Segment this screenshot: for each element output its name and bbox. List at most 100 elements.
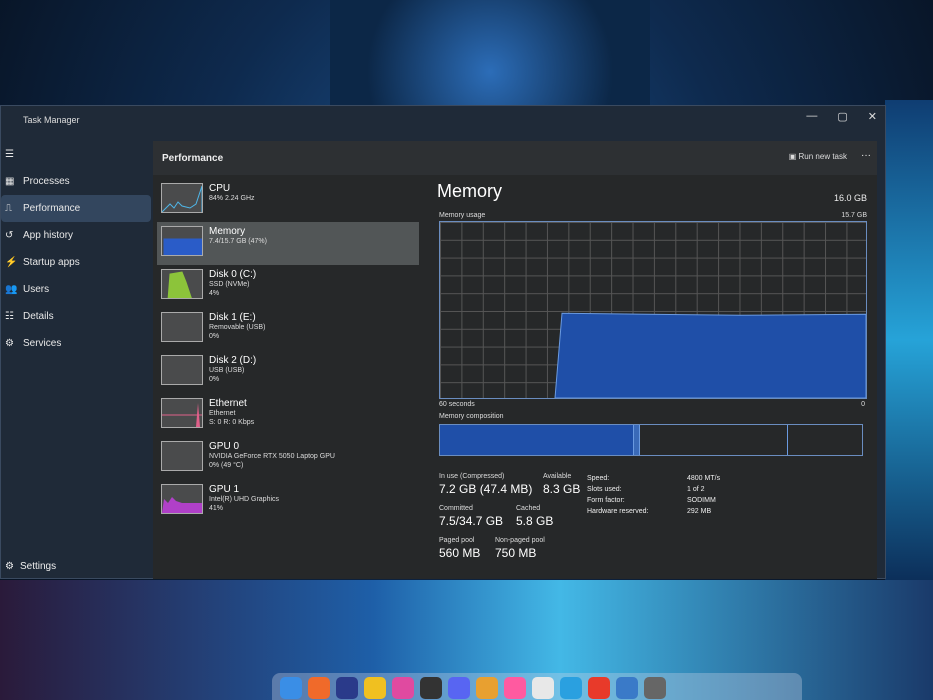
dock-app-icon[interactable] bbox=[532, 677, 554, 699]
sidebar-item-processes[interactable]: ▦ Processes bbox=[1, 168, 151, 195]
device-thumbnail-graph bbox=[161, 355, 203, 385]
run-new-task-label: Run new task bbox=[798, 152, 847, 161]
run-new-task-button[interactable]: ▣ Run new task bbox=[789, 152, 847, 161]
dock-app-icon[interactable] bbox=[336, 677, 358, 699]
hardware-info: Speed: 4800 MT/s Slots used: 1 of 2 Form fac… bbox=[587, 473, 720, 517]
sidebar-icon: 👥 bbox=[5, 284, 18, 295]
dock-app-icon[interactable] bbox=[392, 677, 414, 699]
page-title: Performance bbox=[162, 152, 224, 164]
task-manager-window: Task Manager — ▢ ✕ ☰ ▦ Processes ⎍ Performan… bbox=[0, 105, 886, 579]
window-title: Task Manager bbox=[23, 115, 80, 125]
device-disk-0-c[interactable]: Disk 0 (C:) SSD (NVMe) 4% bbox=[157, 265, 419, 308]
wallpaper-right bbox=[885, 100, 933, 580]
device-name: Ethernet bbox=[209, 398, 247, 409]
device-memory[interactable]: Memory 7.4/15.7 GB (47%) bbox=[157, 222, 419, 265]
dock-app-icon[interactable] bbox=[364, 677, 386, 699]
device-ethernet[interactable]: Ethernet Ethernet S: 0 R: 0 Kbps bbox=[157, 394, 419, 437]
sidebar-item-label: Performance bbox=[23, 203, 81, 214]
hardware-value: SODIMM bbox=[687, 497, 716, 504]
sidebar-icon: ☷ bbox=[5, 311, 14, 322]
sidebar-icon: ▦ bbox=[5, 176, 15, 187]
gear-icon: ⚙ bbox=[5, 561, 14, 572]
memory-composition-bar bbox=[439, 424, 863, 456]
device-name: Disk 0 (C:) bbox=[209, 269, 257, 280]
dock-app-icon[interactable] bbox=[448, 677, 470, 699]
composition-label: Memory composition bbox=[439, 413, 504, 420]
memory-usage-label: Memory usage bbox=[439, 212, 486, 219]
performance-panel: Performance ▣ Run new task ··· CPU 84% 2.… bbox=[153, 141, 877, 579]
sidebar-item-label: Processes bbox=[23, 176, 70, 187]
memory-usage-max: 15.7 GB bbox=[841, 212, 867, 219]
wallpaper bbox=[330, 0, 650, 120]
sidebar-icon: ↺ bbox=[5, 230, 14, 241]
memory-usage-area bbox=[554, 312, 866, 398]
in-use-segment bbox=[440, 425, 635, 455]
device-detail: Intel(R) UHD Graphics bbox=[209, 496, 280, 503]
stat-paged-pool: Paged pool 560 MB bbox=[439, 537, 480, 560]
device-detail: 7.4/15.7 GB (47%) bbox=[209, 238, 267, 245]
dock-app-icon[interactable] bbox=[644, 677, 666, 699]
in-use-value: 7.2 GB (47.4 MB) bbox=[439, 482, 533, 496]
device-disk-1-e[interactable]: Disk 1 (E:) Removable (USB) 0% bbox=[157, 308, 419, 351]
available-label: Available bbox=[543, 473, 572, 480]
hardware-key: Hardware reserved: bbox=[587, 508, 649, 515]
device-cpu[interactable]: CPU 84% 2.24 GHz bbox=[157, 179, 419, 222]
close-button[interactable]: ✕ bbox=[868, 110, 877, 123]
committed-label: Committed bbox=[439, 505, 473, 512]
stat-committed: Committed 7.5/34.7 GB bbox=[439, 505, 503, 528]
device-gpu-0[interactable]: GPU 0 NVIDIA GeForce RTX 5050 Laptop GPU 0… bbox=[157, 437, 419, 480]
dock-app-icon[interactable] bbox=[616, 677, 638, 699]
hardware-row: Speed: 4800 MT/s bbox=[587, 473, 720, 484]
device-usage: S: 0 R: 0 Kbps bbox=[209, 419, 255, 426]
dock-app-icon[interactable] bbox=[476, 677, 498, 699]
sidebar-item-users[interactable]: 👥 Users bbox=[1, 276, 151, 303]
device-thumbnail-graph bbox=[161, 183, 203, 213]
paged-label: Paged pool bbox=[439, 537, 475, 544]
maximize-button[interactable]: ▢ bbox=[837, 110, 847, 123]
dock-app-icon[interactable] bbox=[420, 677, 442, 699]
sidebar-item-settings[interactable]: ⚙ Settings bbox=[5, 561, 56, 572]
device-name: Disk 2 (D:) bbox=[209, 355, 257, 366]
dock-app-icon[interactable] bbox=[560, 677, 582, 699]
sidebar-item-label: Startup apps bbox=[23, 257, 80, 268]
device-name: GPU 0 bbox=[209, 441, 240, 452]
dock-app-icon[interactable] bbox=[504, 677, 526, 699]
hardware-value: 1 of 2 bbox=[687, 486, 705, 493]
sidebar-icon: ⚡ bbox=[5, 257, 18, 268]
sidebar-item-services[interactable]: ⚙ Services bbox=[1, 330, 151, 357]
dock-app-icon[interactable] bbox=[308, 677, 330, 699]
more-options-button[interactable]: ··· bbox=[861, 150, 871, 161]
device-usage: 0% bbox=[209, 333, 220, 340]
device-thumbnail-graph bbox=[161, 398, 203, 428]
device-detail: Removable (USB) bbox=[209, 324, 266, 331]
device-detail: USB (USB) bbox=[209, 367, 245, 374]
dock-app-icon[interactable] bbox=[588, 677, 610, 699]
sidebar-item-startup-apps[interactable]: ⚡ Startup apps bbox=[1, 249, 151, 276]
sidebar-item-performance[interactable]: ⎍ Performance bbox=[1, 195, 151, 222]
sidebar-item-label: App history bbox=[23, 230, 74, 241]
minimize-button[interactable]: — bbox=[806, 110, 817, 123]
stat-available: Available 8.3 GB bbox=[543, 473, 580, 496]
sidebar-item-menu[interactable]: ☰ bbox=[1, 141, 151, 168]
device-gpu-1[interactable]: GPU 1 Intel(R) UHD Graphics 41% bbox=[157, 480, 419, 523]
sidebar-item-details[interactable]: ☷ Details bbox=[1, 303, 151, 330]
sidebar-item-label: Details bbox=[23, 311, 54, 322]
paged-value: 560 MB bbox=[439, 546, 481, 560]
hardware-row: Slots used: 1 of 2 bbox=[587, 484, 720, 495]
stat-cached: Cached 5.8 GB bbox=[516, 505, 553, 528]
stat-in-use: In use (Compressed) 7.2 GB (47.4 MB) bbox=[439, 473, 532, 496]
device-disk-2-d[interactable]: Disk 2 (D:) USB (USB) 0% bbox=[157, 351, 419, 394]
sidebar-item-app-history[interactable]: ↺ App history bbox=[1, 222, 151, 249]
memory-title: Memory bbox=[437, 181, 503, 201]
dock-app-icon[interactable] bbox=[280, 677, 302, 699]
device-name: GPU 1 bbox=[209, 484, 240, 495]
nonpaged-value: 750 MB bbox=[495, 546, 537, 560]
stat-nonpaged-pool: Non-paged pool 750 MB bbox=[495, 537, 545, 560]
free-segment bbox=[788, 425, 862, 455]
cached-value: 5.8 GB bbox=[516, 514, 554, 528]
hamburger-menu-icon: ☰ bbox=[5, 149, 14, 160]
committed-value: 7.5/34.7 GB bbox=[439, 514, 504, 528]
device-name: Memory bbox=[209, 226, 246, 237]
device-thumbnail-graph bbox=[161, 312, 203, 342]
cached-label: Cached bbox=[516, 505, 541, 512]
